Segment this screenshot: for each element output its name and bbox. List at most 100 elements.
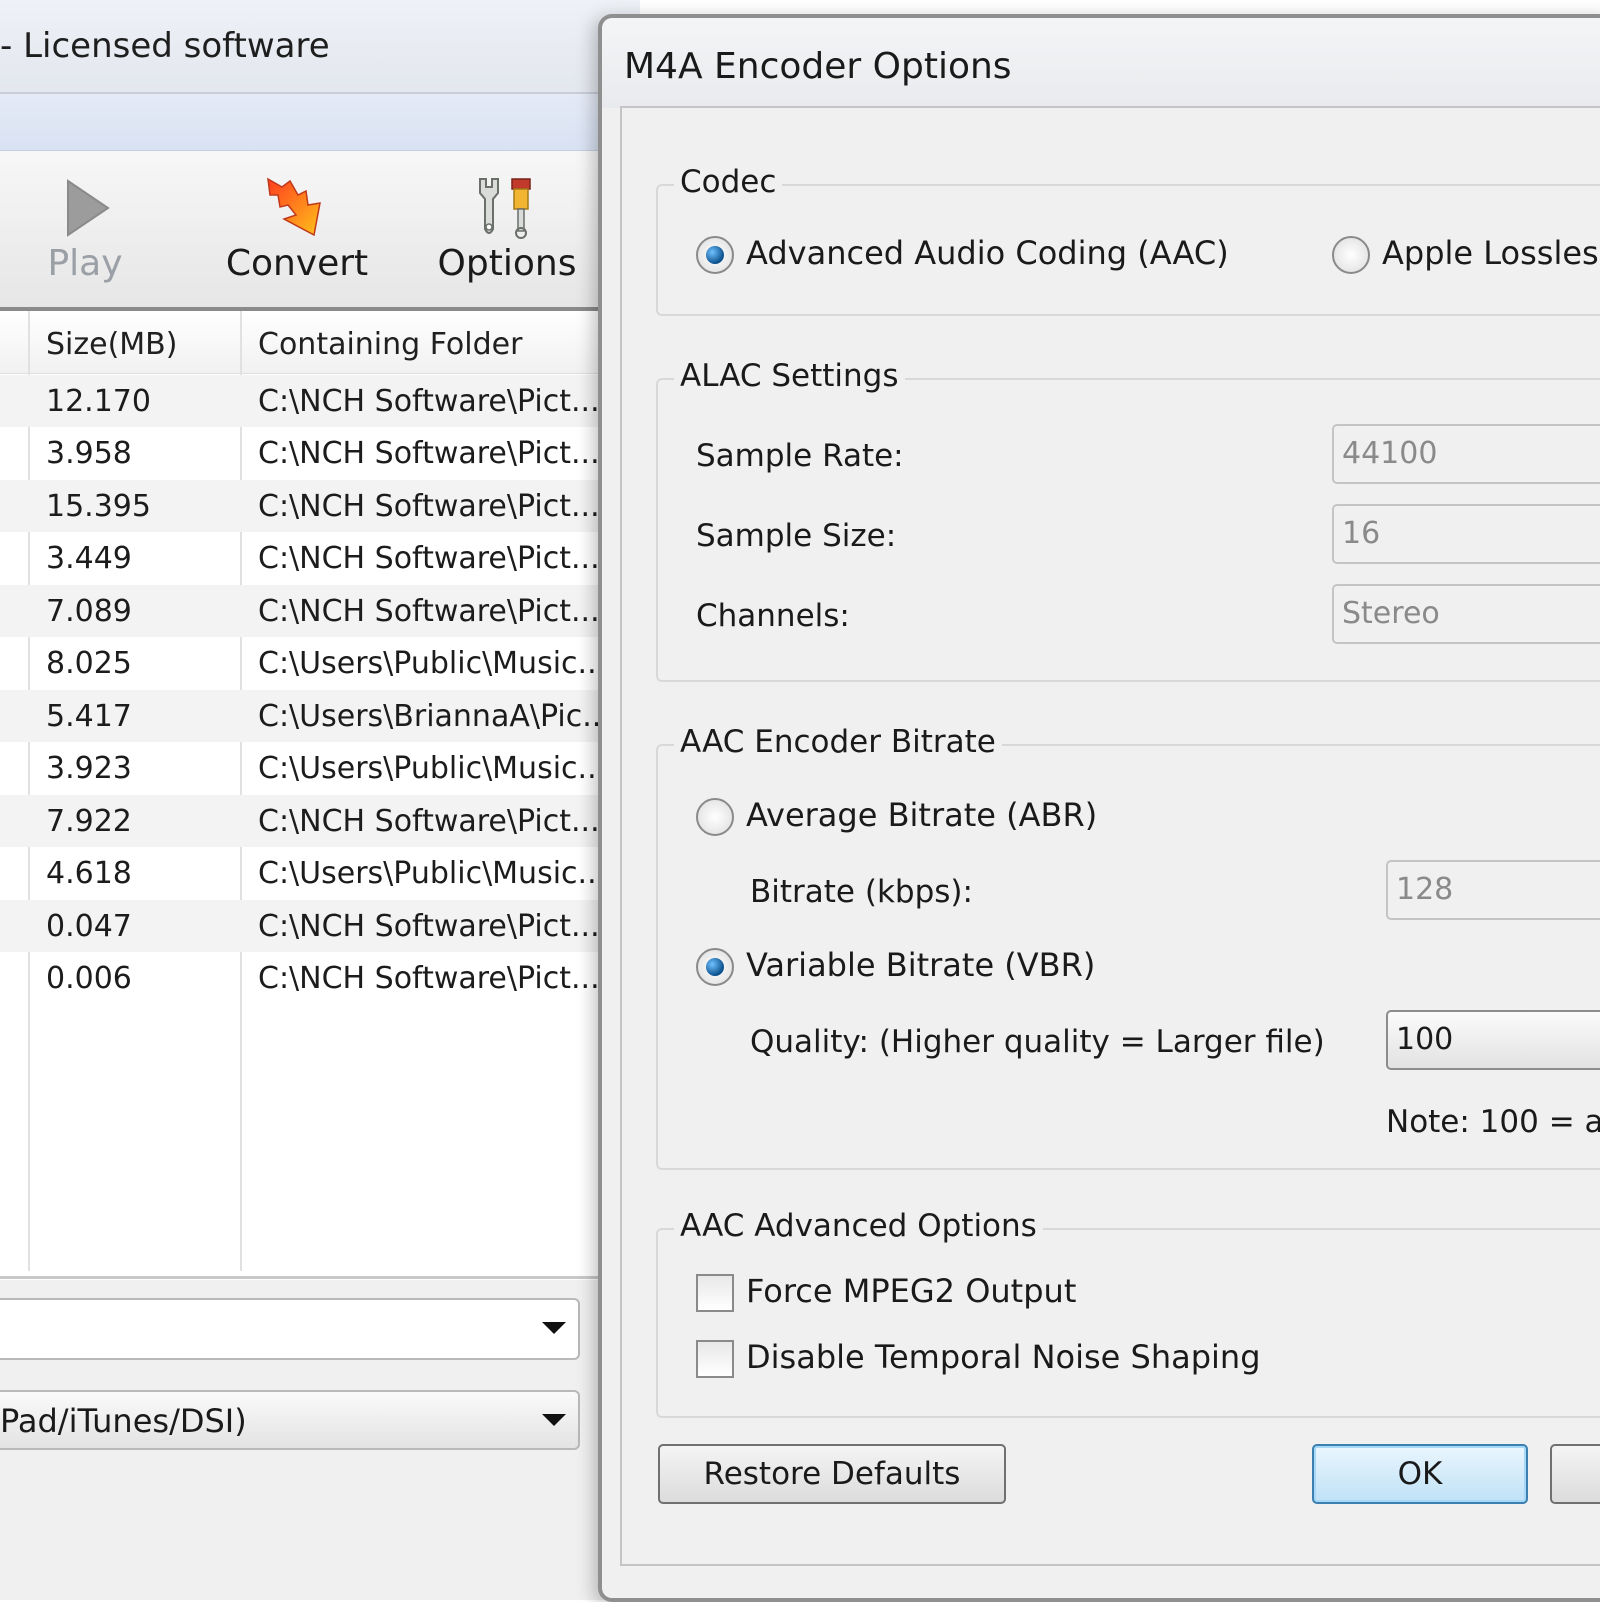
sample-rate-field: 44100 <box>1332 424 1600 484</box>
chevron-down-icon[interactable] <box>542 1322 566 1334</box>
aac-radio-label: Advanced Audio Coding (AAC) <box>746 234 1229 272</box>
aac-bitrate-group: AAC Encoder Bitrate Average Bitrate (ABR… <box>656 724 1600 1170</box>
output-settings-area: Pad/iTunes/DSI) <box>0 1280 640 1600</box>
cell-folder: C:\NCH Software\Pict... <box>258 489 600 524</box>
convert-arrow-icon <box>267 177 321 237</box>
force-mpeg2-checkbox[interactable] <box>696 1274 734 1312</box>
column-header-size[interactable]: Size(MB) <box>46 327 177 362</box>
codec-group-title: Codec <box>674 164 783 200</box>
table-row[interactable]: 12.170 C:\NCH Software\Pict... <box>0 375 640 427</box>
cell-folder: C:\NCH Software\Pict... <box>258 436 600 471</box>
chevron-down-icon[interactable] <box>542 1414 566 1426</box>
table-row[interactable]: 4.618 C:\Users\Public\Music... <box>0 847 640 899</box>
sample-rate-label: Sample Rate: <box>696 438 904 474</box>
cell-size: 5.417 <box>46 699 132 734</box>
play-icon <box>67 179 110 237</box>
cell-size: 8.025 <box>46 646 132 681</box>
cell-size: 3.923 <box>46 751 132 786</box>
play-label: Play <box>47 243 123 284</box>
file-list[interactable]: Size(MB) Containing Folder 12.170 C:\NCH… <box>0 311 640 1279</box>
table-row[interactable]: 15.395 C:\NCH Software\Pict... <box>0 480 640 532</box>
alac-settings-group-title: ALAC Settings <box>674 358 905 394</box>
aac-advanced-options-group: AAC Advanced Options Force MPEG2 Output … <box>656 1208 1600 1418</box>
cell-folder: C:\NCH Software\Pict... <box>258 384 600 419</box>
cell-folder: C:\NCH Software\Pict... <box>258 804 600 839</box>
alac-radio[interactable] <box>1332 236 1370 274</box>
cell-folder: C:\NCH Software\Pict... <box>258 594 600 629</box>
dialog-body: Codec Advanced Audio Coding (AAC) Apple … <box>620 106 1600 1566</box>
aac-bitrate-group-title: AAC Encoder Bitrate <box>674 724 1002 760</box>
menu-strip <box>0 94 640 151</box>
options-label: Options <box>437 243 577 284</box>
play-button[interactable]: Play <box>30 151 140 301</box>
aac-radio[interactable] <box>696 236 734 274</box>
table-row[interactable]: 3.958 C:\NCH Software\Pict... <box>0 427 640 479</box>
cell-size: 15.395 <box>46 489 151 524</box>
table-row[interactable]: 3.923 C:\Users\Public\Music... <box>0 742 640 794</box>
channels-field: Stereo <box>1332 584 1600 644</box>
force-mpeg2-label: Force MPEG2 Output <box>746 1272 1077 1310</box>
file-list-header: Size(MB) Containing Folder <box>0 311 640 374</box>
table-row[interactable]: 5.417 C:\Users\BriannaA\Pic... <box>0 690 640 742</box>
cell-folder: C:\Users\BriannaA\Pic... <box>258 699 611 734</box>
ok-button[interactable]: OK <box>1312 1444 1528 1504</box>
sample-rate-value: 44100 <box>1342 436 1438 471</box>
table-row[interactable]: 0.047 C:\NCH Software\Pict... <box>0 900 640 952</box>
cell-folder: C:\NCH Software\Pict... <box>258 909 600 944</box>
m4a-encoder-options-dialog: M4A Encoder Options Codec Advanced Audio… <box>598 14 1600 1602</box>
channels-value: Stereo <box>1342 596 1440 631</box>
convert-label: Convert <box>225 243 369 284</box>
cell-size: 12.170 <box>46 384 151 419</box>
cell-folder: C:\Users\Public\Music... <box>258 856 607 891</box>
table-row[interactable]: 7.922 C:\NCH Software\Pict... <box>0 795 640 847</box>
codec-group: Codec Advanced Audio Coding (AAC) Apple … <box>656 164 1600 316</box>
sample-size-value: 16 <box>1342 516 1381 551</box>
sample-size-field: 16 <box>1332 504 1600 564</box>
options-button[interactable]: Options <box>432 151 582 301</box>
alac-settings-group: ALAC Settings Sample Rate: 44100 Sample … <box>656 358 1600 682</box>
aac-advanced-options-group-title: AAC Advanced Options <box>674 1208 1043 1244</box>
output-folder-combo[interactable] <box>0 1298 580 1360</box>
quality-note: Note: 100 = a <box>1386 1104 1600 1140</box>
restore-defaults-button[interactable]: Restore Defaults <box>658 1444 1006 1504</box>
toolbar: Play Convert Options <box>0 151 640 311</box>
bitrate-label: Bitrate (kbps): <box>750 874 973 910</box>
bitrate-field: 128 <box>1386 860 1600 920</box>
bitrate-value: 128 <box>1396 872 1454 907</box>
table-row[interactable]: 3.449 C:\NCH Software\Pict... <box>0 532 640 584</box>
cell-size: 0.006 <box>46 961 132 996</box>
cell-size: 4.618 <box>46 856 132 891</box>
table-row[interactable]: 0.006 C:\NCH Software\Pict... <box>0 952 640 1004</box>
cell-folder: C:\Users\Public\Music... <box>258 751 607 786</box>
cell-folder: C:\Users\Public\Music... <box>258 646 607 681</box>
cell-size: 7.089 <box>46 594 132 629</box>
disable-tns-checkbox[interactable] <box>696 1340 734 1378</box>
dialog-title-bar[interactable]: M4A Encoder Options <box>602 18 1600 108</box>
main-window-title: - Licensed software <box>0 26 330 66</box>
vbr-radio[interactable] <box>696 948 734 986</box>
cell-size: 3.449 <box>46 541 132 576</box>
abr-radio-label: Average Bitrate (ABR) <box>746 796 1098 834</box>
dialog-title: M4A Encoder Options <box>624 46 1012 87</box>
output-format-value: Pad/iTunes/DSI) <box>0 1402 247 1440</box>
quality-select[interactable]: 100 <box>1386 1010 1600 1070</box>
cell-size: 7.922 <box>46 804 132 839</box>
table-row[interactable]: 7.089 C:\NCH Software\Pict... <box>0 585 640 637</box>
column-header-folder[interactable]: Containing Folder <box>258 327 522 362</box>
alac-radio-label: Apple Lossles <box>1382 234 1599 272</box>
output-format-combo[interactable]: Pad/iTunes/DSI) <box>0 1390 580 1450</box>
table-row[interactable]: 8.025 C:\Users\Public\Music... <box>0 637 640 689</box>
sample-size-label: Sample Size: <box>696 518 897 554</box>
cancel-button[interactable] <box>1550 1444 1600 1504</box>
main-title-bar: - Licensed software <box>0 0 640 94</box>
disable-tns-label: Disable Temporal Noise Shaping <box>746 1338 1261 1376</box>
cell-size: 3.958 <box>46 436 132 471</box>
cell-folder: C:\NCH Software\Pict... <box>258 961 600 996</box>
channels-label: Channels: <box>696 598 850 634</box>
abr-radio[interactable] <box>696 798 734 836</box>
cell-size: 0.047 <box>46 909 132 944</box>
convert-button[interactable]: Convert <box>222 151 372 301</box>
options-tools-icon <box>479 178 531 239</box>
quality-value: 100 <box>1396 1022 1454 1057</box>
vbr-radio-label: Variable Bitrate (VBR) <box>746 946 1096 984</box>
